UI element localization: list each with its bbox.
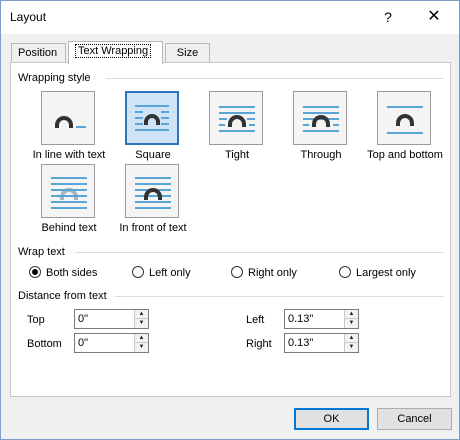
tab-text-wrapping[interactable]: Text Wrapping <box>68 41 163 64</box>
wrapping-style-heading: Wrapping style <box>18 72 91 84</box>
wrap-option-label: In front of text <box>119 222 187 234</box>
top-input[interactable] <box>75 310 131 328</box>
bottom-up-arrow-icon[interactable]: ▲ <box>135 334 148 343</box>
help-button[interactable]: ? <box>373 5 403 29</box>
right-up-arrow-icon[interactable]: ▲ <box>345 334 358 343</box>
top-label: Top <box>27 314 45 326</box>
radio-right-only-label: Right only <box>248 267 297 279</box>
radio-largest-only[interactable]: Largest only <box>339 266 416 282</box>
close-button[interactable]: ✕ <box>419 5 449 29</box>
radio-indicator <box>132 266 144 278</box>
wrap-option-inline[interactable]: In line with text <box>24 91 114 161</box>
wrap-option-behind-text[interactable]: Behind text <box>24 164 114 234</box>
inline-with-text-icon <box>41 91 95 145</box>
left-spinner-arrows: ▲ ▼ <box>344 310 358 328</box>
radio-both-sides[interactable]: Both sides <box>29 266 97 282</box>
top-spinner: ▲ ▼ <box>74 309 149 329</box>
tab-position-label: Position <box>18 47 58 59</box>
wrap-text-divider <box>75 252 444 253</box>
distance-divider <box>115 296 444 297</box>
left-up-arrow-icon[interactable]: ▲ <box>345 310 358 319</box>
tab-position[interactable]: Position <box>11 43 66 63</box>
radio-right-only[interactable]: Right only <box>231 266 297 282</box>
left-input[interactable] <box>285 310 341 328</box>
dialog-title: Layout <box>10 10 47 24</box>
right-spinner-arrows: ▲ ▼ <box>344 334 358 352</box>
radio-indicator <box>29 266 41 278</box>
tab-size[interactable]: Size <box>165 43 210 63</box>
tab-size-label: Size <box>176 47 199 59</box>
radio-indicator <box>231 266 243 278</box>
cancel-button[interactable]: Cancel <box>377 408 452 430</box>
through-wrap-icon <box>293 91 347 145</box>
top-spinner-arrows: ▲ ▼ <box>134 310 148 328</box>
top-down-arrow-icon[interactable]: ▼ <box>135 319 148 328</box>
radio-left-only[interactable]: Left only <box>132 266 191 282</box>
wrap-option-tight[interactable]: Tight <box>192 91 282 161</box>
top-up-arrow-icon[interactable]: ▲ <box>135 310 148 319</box>
right-down-arrow-icon[interactable]: ▼ <box>345 343 358 352</box>
radio-largest-only-label: Largest only <box>356 267 416 279</box>
wrap-text-heading: Wrap text <box>18 246 65 258</box>
wrap-option-square[interactable]: Square <box>108 91 198 161</box>
wrap-option-label: Top and bottom <box>367 149 443 161</box>
layout-dialog: Layout ? ✕ Position Text Wrapping Size W… <box>0 0 460 440</box>
bottom-down-arrow-icon[interactable]: ▼ <box>135 343 148 352</box>
bottom-input[interactable] <box>75 334 131 352</box>
ok-button[interactable]: OK <box>294 408 369 430</box>
bottom-spinner: ▲ ▼ <box>74 333 149 353</box>
wrap-option-through[interactable]: Through <box>276 91 366 161</box>
in-front-of-text-icon <box>125 164 179 218</box>
tight-wrap-icon <box>209 91 263 145</box>
radio-both-sides-label: Both sides <box>46 267 98 279</box>
tab-text-wrapping-label: Text Wrapping <box>75 44 152 58</box>
wrap-option-in-front-of-text[interactable]: In front of text <box>108 164 198 234</box>
right-input[interactable] <box>285 334 341 352</box>
left-down-arrow-icon[interactable]: ▼ <box>345 319 358 328</box>
text-wrapping-panel: Wrapping style In line with text Square … <box>10 62 451 397</box>
left-label: Left <box>246 314 265 326</box>
behind-text-icon <box>41 164 95 218</box>
square-wrap-icon <box>125 91 179 145</box>
bottom-spinner-arrows: ▲ ▼ <box>134 334 148 352</box>
top-and-bottom-wrap-icon <box>377 91 431 145</box>
distance-heading: Distance from text <box>18 290 107 302</box>
wrap-option-top-and-bottom[interactable]: Top and bottom <box>360 91 450 161</box>
right-label: Right <box>246 338 272 350</box>
left-spinner: ▲ ▼ <box>284 309 359 329</box>
wrapping-style-divider <box>106 78 444 79</box>
right-spinner: ▲ ▼ <box>284 333 359 353</box>
title-bar: Layout ? ✕ <box>1 1 459 34</box>
bottom-label: Bottom <box>27 338 62 350</box>
radio-indicator <box>339 266 351 278</box>
radio-left-only-label: Left only <box>149 267 191 279</box>
